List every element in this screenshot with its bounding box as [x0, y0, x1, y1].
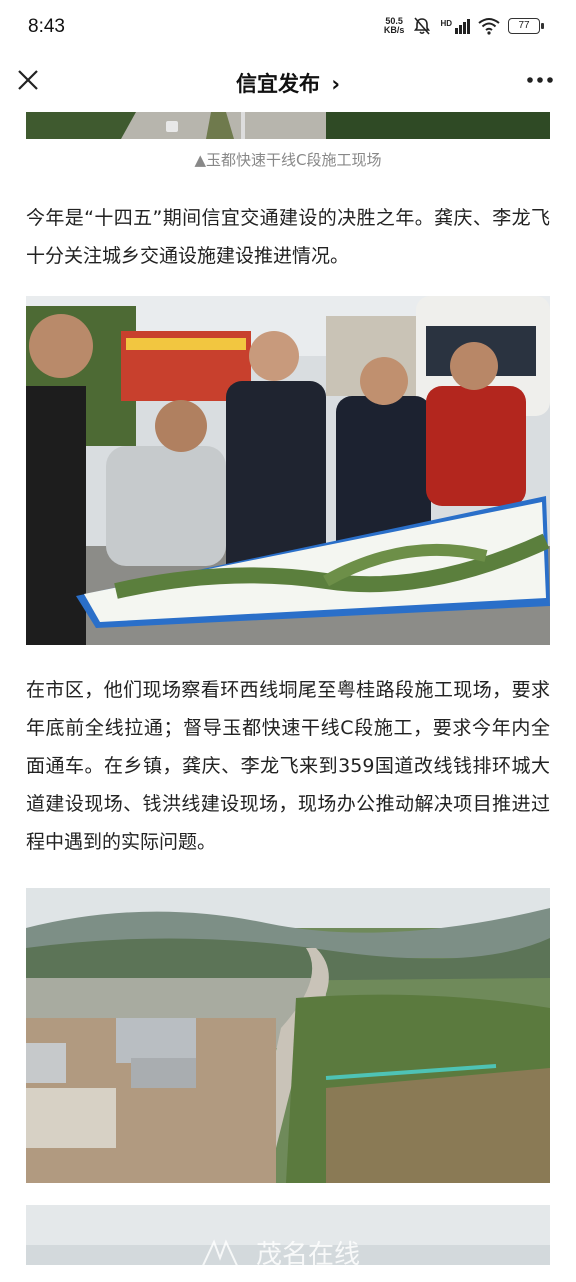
chevron-right-icon: ›	[331, 72, 340, 96]
photo-caption: ▲玉都快速干线C段施工现场	[194, 151, 382, 169]
status-icons: 50.5 KB/s HD 77	[383, 16, 544, 36]
nav-bar: 信宜发布 ›	[0, 56, 576, 106]
gdmm-watermark: 茂名在线 WWW.GDMM.COM	[196, 1238, 396, 1278]
article-paragraph-1: 今年是“十四五”期间信宜交通建设的决胜之年。龚庆、李龙飞十分关注城乡交通设施建设…	[26, 207, 550, 267]
status-time: 8:43	[28, 16, 65, 37]
account-title-link[interactable]: 信宜发布 ›	[0, 68, 576, 98]
battery-indicator: 77	[508, 18, 544, 34]
status-bar: 8:43 50.5 KB/s HD 77	[0, 0, 576, 56]
aerial-road-photo[interactable]	[26, 888, 550, 1183]
network-speed: 50.5 KB/s	[383, 16, 405, 35]
aerial-photo-image	[26, 888, 550, 1183]
article-paragraph-2: 在市区，他们现场察看环西线垌尾至粤桂路段施工现场，要求年底前全线拉通；督导玉都快…	[26, 679, 550, 853]
wifi-icon	[478, 18, 500, 35]
page-title: 信宜发布	[236, 72, 321, 96]
officials-map-photo[interactable]	[26, 296, 550, 645]
svg-text:WWW.GDMM.COM: WWW.GDMM.COM	[258, 1268, 340, 1278]
article-content: ▲玉都快速干线C段施工现场 今年是“十四五”期间信宜交通建设的决胜之年。龚庆、李…	[26, 112, 550, 1265]
svg-text:茂名在线: 茂名在线	[256, 1240, 360, 1270]
road-photo-image	[26, 112, 550, 139]
mute-bell-icon	[414, 17, 431, 35]
road-construction-photo-1[interactable]	[26, 112, 550, 139]
gdmm-logo-icon: 茂名在线 WWW.GDMM.COM	[199, 1239, 360, 1278]
more-icon	[527, 77, 553, 83]
more-button[interactable]	[524, 68, 556, 92]
officials-photo-image	[26, 296, 550, 645]
signal-icon: HD	[440, 18, 470, 34]
